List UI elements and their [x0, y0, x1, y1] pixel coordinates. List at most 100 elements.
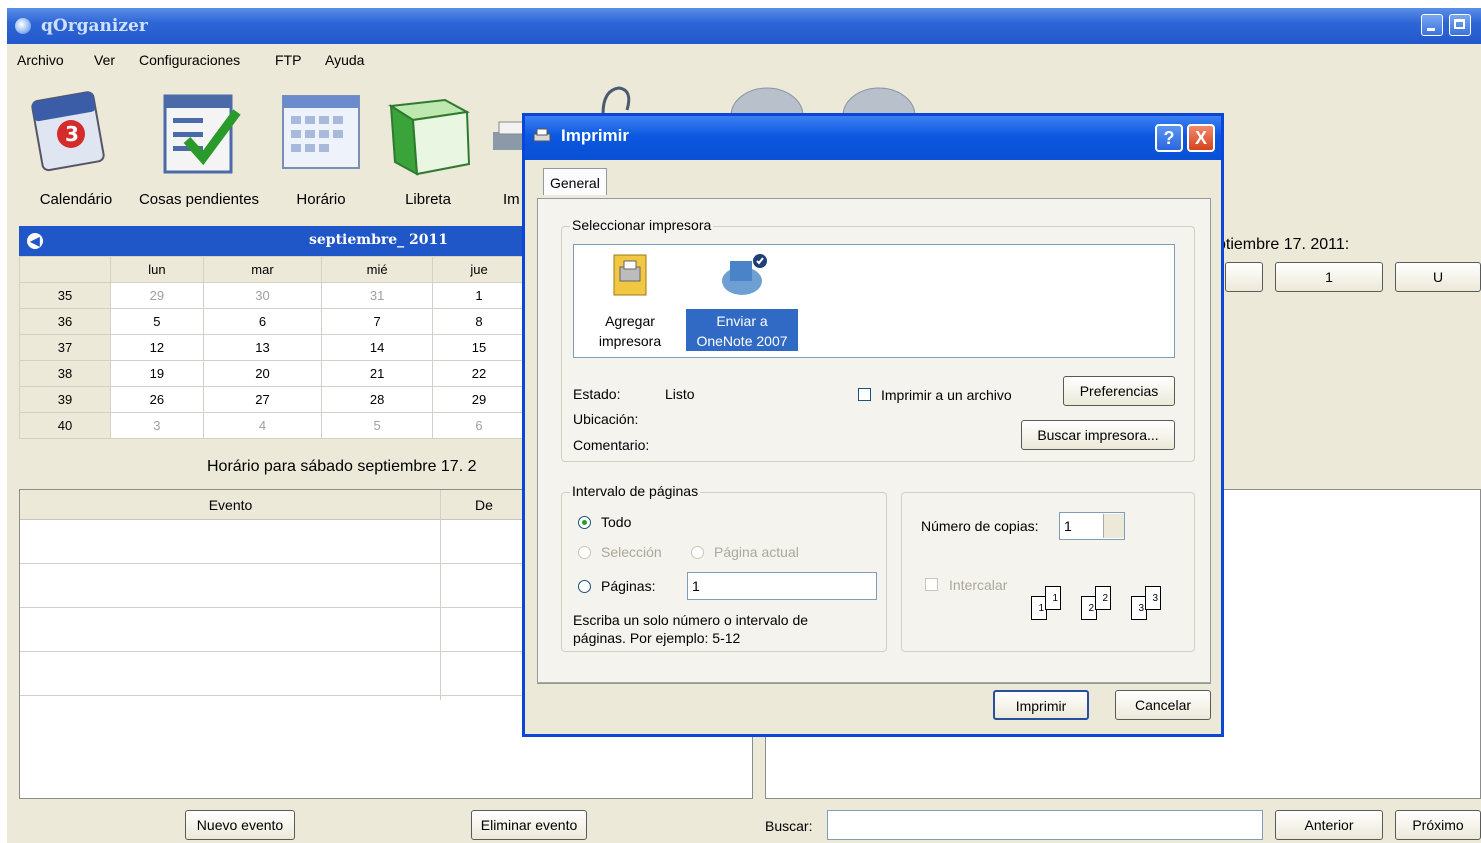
printer-label: OneNote 2007 [696, 333, 788, 349]
calendar-day[interactable]: 27 [202, 386, 323, 413]
calendar-day[interactable]: 26 [110, 386, 204, 413]
tab-general[interactable]: General [543, 168, 607, 195]
print-button[interactable]: Imprimir [993, 690, 1089, 720]
print-to-file-checkbox[interactable] [858, 388, 871, 401]
next-button[interactable]: Próximo [1395, 810, 1481, 840]
calendar-day[interactable]: 15 [432, 334, 526, 361]
printer-list: Agregar impresora Enviar a OneNote 2007 [573, 244, 1175, 358]
group-label: Seleccionar impresora [570, 217, 714, 233]
calendar-day[interactable]: 31 [321, 282, 434, 309]
calendar-day[interactable]: 7 [321, 308, 434, 335]
minimize-button[interactable] [1421, 14, 1443, 36]
print-dialog: Imprimir ? X General Seleccionar impreso… [522, 113, 1224, 737]
maximize-button[interactable] [1449, 14, 1471, 36]
calendar-day[interactable]: 4 [202, 412, 323, 439]
page-range-hint: Escriba un solo número o intervalo de [573, 612, 809, 628]
status-label: Estado: [573, 386, 621, 402]
calendar-day[interactable]: 6 [432, 412, 526, 439]
previous-button[interactable]: Anterior [1275, 810, 1383, 840]
all-pages-radio[interactable] [578, 516, 591, 529]
calendar-day[interactable]: 13 [202, 334, 323, 361]
preferences-button[interactable]: Preferencias [1063, 376, 1175, 406]
format-button-u[interactable]: U [1395, 262, 1481, 292]
toolbar-label: Libreta [405, 191, 451, 208]
toolbar-notebook-button[interactable]: Libreta [373, 78, 483, 218]
comment-label: Comentario: [573, 437, 650, 453]
schedule-title: Horário para sábado septiembre 17. 2 [207, 458, 477, 475]
printer-icon [493, 121, 525, 150]
menu-ver[interactable]: Ver [94, 52, 115, 68]
calendar-day[interactable]: 1 [432, 282, 526, 309]
column-header-evento[interactable]: Evento [20, 490, 441, 520]
selection-radio[interactable] [578, 546, 591, 559]
format-button[interactable] [1225, 262, 1263, 292]
dialog-title-bar: Imprimir ? X [525, 116, 1221, 160]
cancel-button[interactable]: Cancelar [1115, 690, 1211, 720]
menu-archivo[interactable]: Archivo [17, 52, 64, 68]
page-range-hint: páginas. Por ejemplo: 5-12 [573, 630, 741, 646]
current-page-radio[interactable] [691, 546, 704, 559]
collate-label: Intercalar [949, 577, 1008, 593]
weekday-header: mar [202, 256, 323, 283]
week-header-cell [19, 256, 111, 283]
calendar-day[interactable]: 28 [321, 386, 434, 413]
find-printer-button[interactable]: Buscar impresora... [1021, 420, 1175, 450]
toolbar-schedule-button[interactable]: Horário [271, 78, 371, 218]
collate-checkbox[interactable] [925, 578, 938, 591]
copies-spinner[interactable] [1103, 514, 1124, 538]
calendar-day[interactable]: 29 [432, 386, 526, 413]
prev-month-arrow-icon[interactable]: ◀ [27, 233, 43, 249]
menu-ayuda[interactable]: Ayuda [325, 52, 364, 68]
calendar-day[interactable]: 22 [432, 360, 526, 387]
calendar-day[interactable]: 20 [202, 360, 323, 387]
calendar-day[interactable]: 19 [110, 360, 204, 387]
menu-ftp[interactable]: FTP [275, 52, 301, 68]
toolbar-print-button[interactable]: Im [485, 78, 525, 218]
calendar-day[interactable]: 5 [321, 412, 434, 439]
pages-input[interactable]: 1 [687, 572, 877, 600]
calendar-day[interactable]: 6 [202, 308, 323, 335]
group-label: Intervalo de páginas [570, 483, 701, 499]
calendar-day[interactable]: 12 [110, 334, 204, 361]
calendar-day[interactable]: 14 [321, 334, 434, 361]
calendar-day[interactable]: 8 [432, 308, 526, 335]
calendar-day[interactable]: 30 [202, 282, 323, 309]
printer-label: impresora [598, 333, 662, 349]
calendar-day[interactable]: 5 [110, 308, 204, 335]
calendar-day[interactable]: 21 [321, 360, 434, 387]
window-title: qOrganizer [41, 16, 148, 36]
format-button-1[interactable]: 1 [1275, 262, 1383, 292]
new-event-button[interactable]: Nuevo evento [185, 810, 295, 840]
pages-label: Páginas: [601, 578, 656, 594]
close-button[interactable]: X [1187, 124, 1215, 152]
copies-group [901, 492, 1195, 652]
calendar-day[interactable]: 3 [110, 412, 204, 439]
search-label: Buscar: [765, 818, 813, 834]
weekday-header: lun [110, 256, 204, 283]
selection-label: Selección [601, 544, 662, 560]
menu-bar: Archivo Ver Configuraciones FTP Ayuda [7, 44, 1481, 74]
notebook-icon [388, 98, 471, 176]
printer-item-onenote[interactable]: Enviar a OneNote 2007 [686, 251, 798, 355]
toolbar-calendar-button[interactable]: 3 Calendário [21, 78, 131, 218]
column-divider [440, 490, 441, 700]
dialog-title: Imprimir [561, 126, 630, 145]
weekday-header: jue [432, 256, 526, 283]
calendar-icon: 3 [31, 91, 105, 172]
dialog-separator [537, 682, 1211, 683]
copies-label: Número de copias: [921, 518, 1039, 534]
toolbar-todo-button[interactable]: Cosas pendientes [131, 78, 267, 218]
toolbar-label: Calendário [39, 191, 113, 208]
calendar-day[interactable]: 29 [110, 282, 204, 309]
week-number: 39 [19, 386, 111, 413]
search-input[interactable] [827, 810, 1263, 840]
pages-radio[interactable] [578, 580, 591, 593]
add-printer-icon [613, 254, 647, 296]
printer-item-add[interactable]: Agregar impresora [582, 251, 678, 355]
menu-configuraciones[interactable]: Configuraciones [139, 52, 240, 68]
help-button[interactable]: ? [1155, 124, 1183, 152]
delete-event-button[interactable]: Eliminar evento [471, 810, 587, 840]
toolbar-label: Horário [296, 191, 346, 208]
onenote-printer-icon [722, 254, 767, 295]
print-to-file-label: Imprimir a un archivo [881, 387, 1012, 403]
